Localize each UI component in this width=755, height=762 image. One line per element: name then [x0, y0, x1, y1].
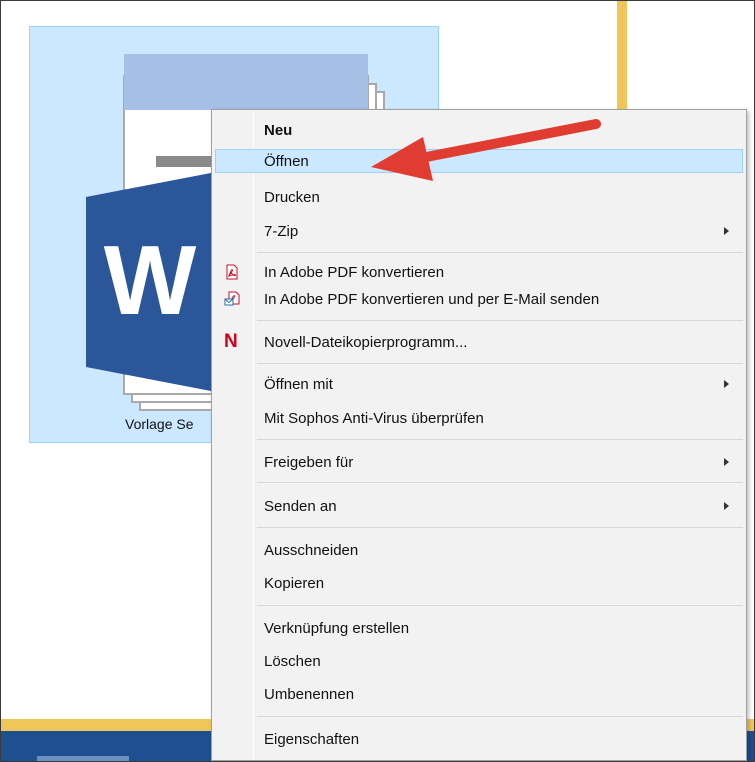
menu-separator [257, 482, 743, 483]
menu-item-label: Novell-Dateikopierprogramm... [264, 334, 468, 351]
menu-item-label: Drucken [264, 189, 320, 206]
menu-item-senden[interactable]: Senden an [215, 494, 743, 518]
menu-item-label: Löschen [264, 653, 321, 670]
menu-separator [257, 605, 743, 606]
menu-item-label: Senden an [264, 498, 337, 515]
menu-item-ausschneiden[interactable]: Ausschneiden [215, 538, 743, 562]
menu-item-label: Eigenschaften [264, 731, 360, 748]
menu-separator [257, 363, 743, 364]
menu-item-7zip[interactable]: 7-Zip [215, 219, 743, 243]
taskbar-item[interactable] [37, 756, 129, 761]
menu-separator [257, 439, 743, 440]
menu-item-sophos[interactable]: Mit Sophos Anti-Virus überprüfen [215, 406, 743, 430]
menu-item-label: Kopieren [264, 575, 325, 592]
menu-item-adobe-pdf[interactable]: In Adobe PDF konvertieren [215, 260, 743, 284]
menu-item-label: Mit Sophos Anti-Virus überprüfen [264, 410, 484, 427]
menu-item-label: Öffnen mit [264, 376, 333, 393]
menu-separator [257, 527, 743, 528]
menu-item-umbenennen[interactable]: Umbenennen [215, 682, 743, 706]
menu-item-label: Öffnen [264, 153, 309, 170]
svg-text:W: W [104, 225, 197, 335]
menu-item-eigenschaften[interactable]: Eigenschaften [215, 727, 743, 751]
adobe-pdf-icon [226, 264, 238, 280]
menu-item-label: In Adobe PDF konvertieren und per E-Mail… [264, 291, 600, 308]
chevron-right-icon [724, 227, 729, 235]
menu-item-label: Freigeben für [264, 454, 354, 471]
menu-item-label: Verknüpfung erstellen [264, 620, 410, 637]
menu-item-label: 7-Zip [264, 223, 299, 240]
menu-separator [257, 716, 743, 717]
menu-item-novell[interactable]: N Novell-Dateikopierprogramm... [215, 330, 743, 354]
chevron-right-icon [724, 458, 729, 466]
menu-separator [257, 320, 743, 321]
desktop-frame: W Vorlage Se Neu Öffnen Drucken 7-Zip In… [0, 0, 755, 762]
menu-item-oeffnen-mit[interactable]: Öffnen mit [215, 372, 743, 396]
menu-item-label: Ausschneiden [264, 542, 359, 559]
menu-separator [257, 252, 743, 253]
menu-item-label: Neu [264, 122, 293, 139]
menu-item-kopieren[interactable]: Kopieren [215, 571, 743, 595]
menu-item-verknuepfung[interactable]: Verknüpfung erstellen [215, 616, 743, 640]
red-arrow-annotation [371, 119, 601, 181]
background-window-edge [617, 1, 627, 111]
file-name-label: Vorlage Se [125, 416, 194, 432]
menu-item-loeschen[interactable]: Löschen [215, 649, 743, 673]
novell-icon: N [224, 331, 238, 352]
menu-item-freigeben[interactable]: Freigeben für [215, 450, 743, 474]
menu-item-adobe-pdf-email[interactable]: In Adobe PDF konvertieren und per E-Mail… [215, 287, 743, 311]
chevron-right-icon [724, 502, 729, 510]
adobe-pdf-email-icon [224, 291, 240, 306]
context-menu: Neu Öffnen Drucken 7-Zip In Adobe PDF ko… [211, 109, 747, 761]
chevron-right-icon [724, 380, 729, 388]
menu-item-label: In Adobe PDF konvertieren [264, 264, 445, 281]
menu-item-label: Umbenennen [264, 686, 355, 703]
